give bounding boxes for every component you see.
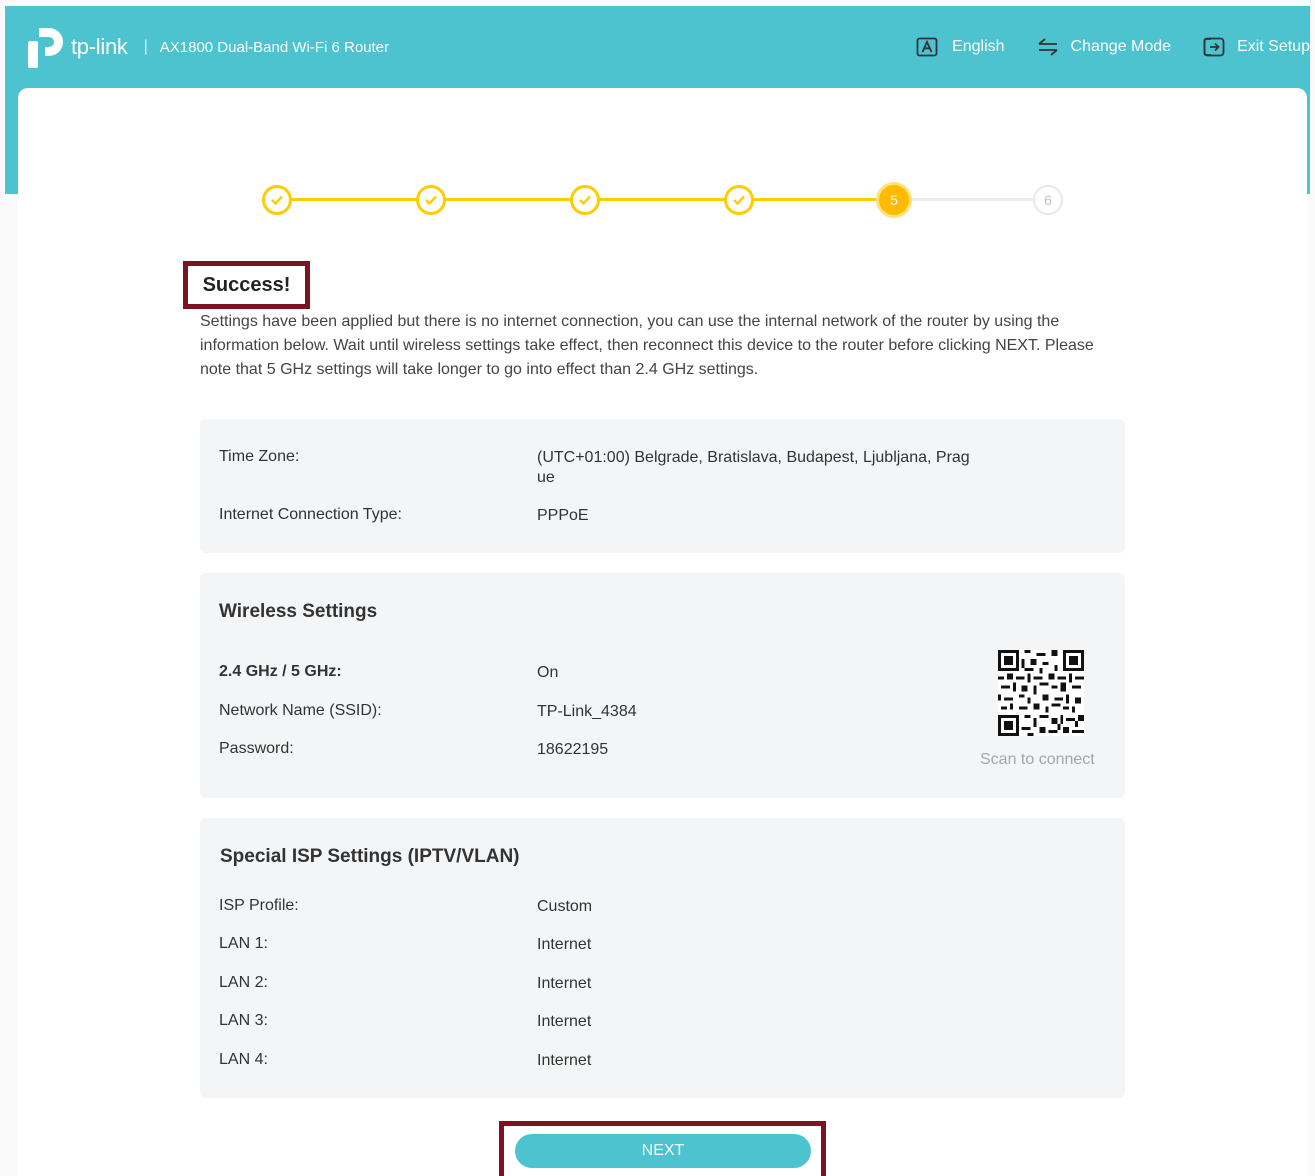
isp-settings-panel: Special ISP Settings (IPTV/VLAN) ISP Pro… <box>200 818 1125 1098</box>
setup-wizard-page: tp-link | AX1800 Dual-Band Wi-Fi 6 Route… <box>0 0 1315 1176</box>
lan-4-row: LAN 4: Internet <box>219 1051 987 1071</box>
step-6-number: 6 <box>1044 192 1052 208</box>
lan-3-row: LAN 3: Internet <box>219 1012 987 1032</box>
success-title-frame: Success! <box>183 261 310 309</box>
scan-to-connect-label: Scan to connect <box>980 751 1095 768</box>
step-2 <box>416 185 446 215</box>
summary-panel: Time Zone: (UTC+01:00) Belgrade, Bratisl… <box>200 419 1125 553</box>
lan-3-label: LAN 3: <box>219 1012 268 1029</box>
connection-type-value: PPPoE <box>537 507 589 524</box>
check-icon <box>271 195 283 206</box>
check-icon <box>733 195 745 206</box>
wireless-settings-title: Wireless Settings <box>219 601 378 622</box>
lan-2-label: LAN 2: <box>219 974 268 991</box>
check-icon <box>425 195 437 206</box>
ssid-value: TP-Link_4384 <box>537 703 637 720</box>
step-4 <box>724 185 754 215</box>
lan-1-label: LAN 1: <box>219 935 268 952</box>
step-5-number: 5 <box>890 192 898 208</box>
check-icon <box>579 195 591 206</box>
lan-1-value: Internet <box>537 936 592 953</box>
next-button[interactable]: NEXT <box>515 1134 811 1168</box>
time-zone-label: Time Zone: <box>219 448 300 465</box>
band-row: 2.4 GHz / 5 GHz: On <box>219 663 987 683</box>
isp-profile-label: ISP Profile: <box>219 897 299 914</box>
ssid-row: Network Name (SSID): TP-Link_4384 <box>219 702 987 722</box>
isp-profile-row: ISP Profile: Custom <box>219 897 987 917</box>
isp-profile-value: Custom <box>537 898 593 915</box>
progress-stepper: 5 6 <box>0 0 1315 240</box>
connection-type-row: Internet Connection Type: PPPoE <box>219 506 987 526</box>
lan-4-value: Internet <box>537 1052 592 1069</box>
isp-settings-title: Special ISP Settings (IPTV/VLAN) <box>220 846 520 867</box>
step-1 <box>262 185 292 215</box>
lan-2-value: Internet <box>537 975 592 992</box>
time-zone-value: (UTC+01:00) Belgrade, Bratislava, Budape… <box>537 449 970 486</box>
time-zone-row: Time Zone: (UTC+01:00) Belgrade, Bratisl… <box>219 448 977 488</box>
step-6: 6 <box>1033 185 1063 215</box>
qr-code-icon[interactable] <box>998 650 1084 736</box>
step-3 <box>570 185 600 215</box>
lan-1-row: LAN 1: Internet <box>219 935 987 955</box>
password-value: 18622195 <box>537 741 609 758</box>
wireless-settings-panel: Wireless Settings 2.4 GHz / 5 GHz: On Ne… <box>200 573 1125 798</box>
lan-2-row: LAN 2: Internet <box>219 974 987 994</box>
result-message: Settings have been applied but there is … <box>200 313 1094 378</box>
band-value: On <box>537 664 559 681</box>
progress-line-pending <box>908 198 1036 201</box>
password-label: Password: <box>219 740 294 757</box>
band-label: 2.4 GHz / 5 GHz: <box>219 663 342 680</box>
step-5: 5 <box>879 185 909 215</box>
connection-type-label: Internet Connection Type: <box>219 506 402 523</box>
success-title: Success! <box>202 273 291 296</box>
ssid-label: Network Name (SSID): <box>219 702 382 719</box>
lan-4-label: LAN 4: <box>219 1051 268 1068</box>
lan-3-value: Internet <box>537 1013 592 1030</box>
password-row: Password: 18622195 <box>219 740 987 760</box>
